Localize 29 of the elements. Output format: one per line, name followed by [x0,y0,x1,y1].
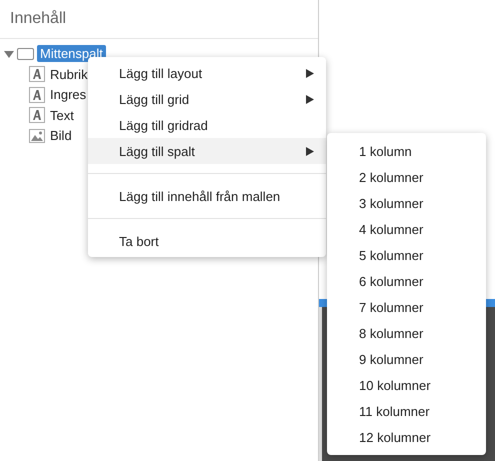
tree-item[interactable]: Ingres [50,87,86,102]
menu-item[interactable]: 12 kolumner [327,424,486,450]
menu-item[interactable]: 5 kolumner [327,242,486,268]
menu-item[interactable]: 10 kolumner [327,372,486,398]
panel-title: Innehåll [10,10,66,28]
menu-item[interactable]: 3 kolumner [327,190,486,216]
menu-item[interactable]: 8 kolumner [327,320,486,346]
menu-item[interactable]: Lägg till grid [88,86,326,112]
container-icon [17,48,34,60]
text-format-icon [29,107,45,124]
image-icon [29,128,45,143]
tree-item[interactable]: Bild [50,128,72,144]
menu-item[interactable]: 9 kolumner [327,346,486,372]
tree-item[interactable]: Text [50,108,74,123]
menu-item[interactable]: 1 kolumn [327,138,486,164]
menu-item[interactable]: Lägg till spalt [88,138,326,164]
menu-item[interactable]: 4 kolumner [327,216,486,242]
menu-item[interactable]: 2 kolumner [327,164,486,190]
menu-item[interactable]: Lägg till gridrad [88,112,326,138]
text-format-icon [29,66,45,82]
menu-item[interactable]: 7 kolumner [327,294,486,320]
tree-item[interactable]: Rubrik [50,66,88,82]
menu-item[interactable]: Lägg till layout [88,60,326,86]
expand-icon[interactable] [4,48,14,58]
menu-item[interactable]: 6 kolumner [327,268,486,294]
menu-item[interactable]: Lägg till innehåll från mallen [88,183,326,209]
text-format-icon [29,86,45,103]
menu-item[interactable]: 11 kolumner [327,398,486,424]
menu-item[interactable]: Ta bort [88,228,326,254]
